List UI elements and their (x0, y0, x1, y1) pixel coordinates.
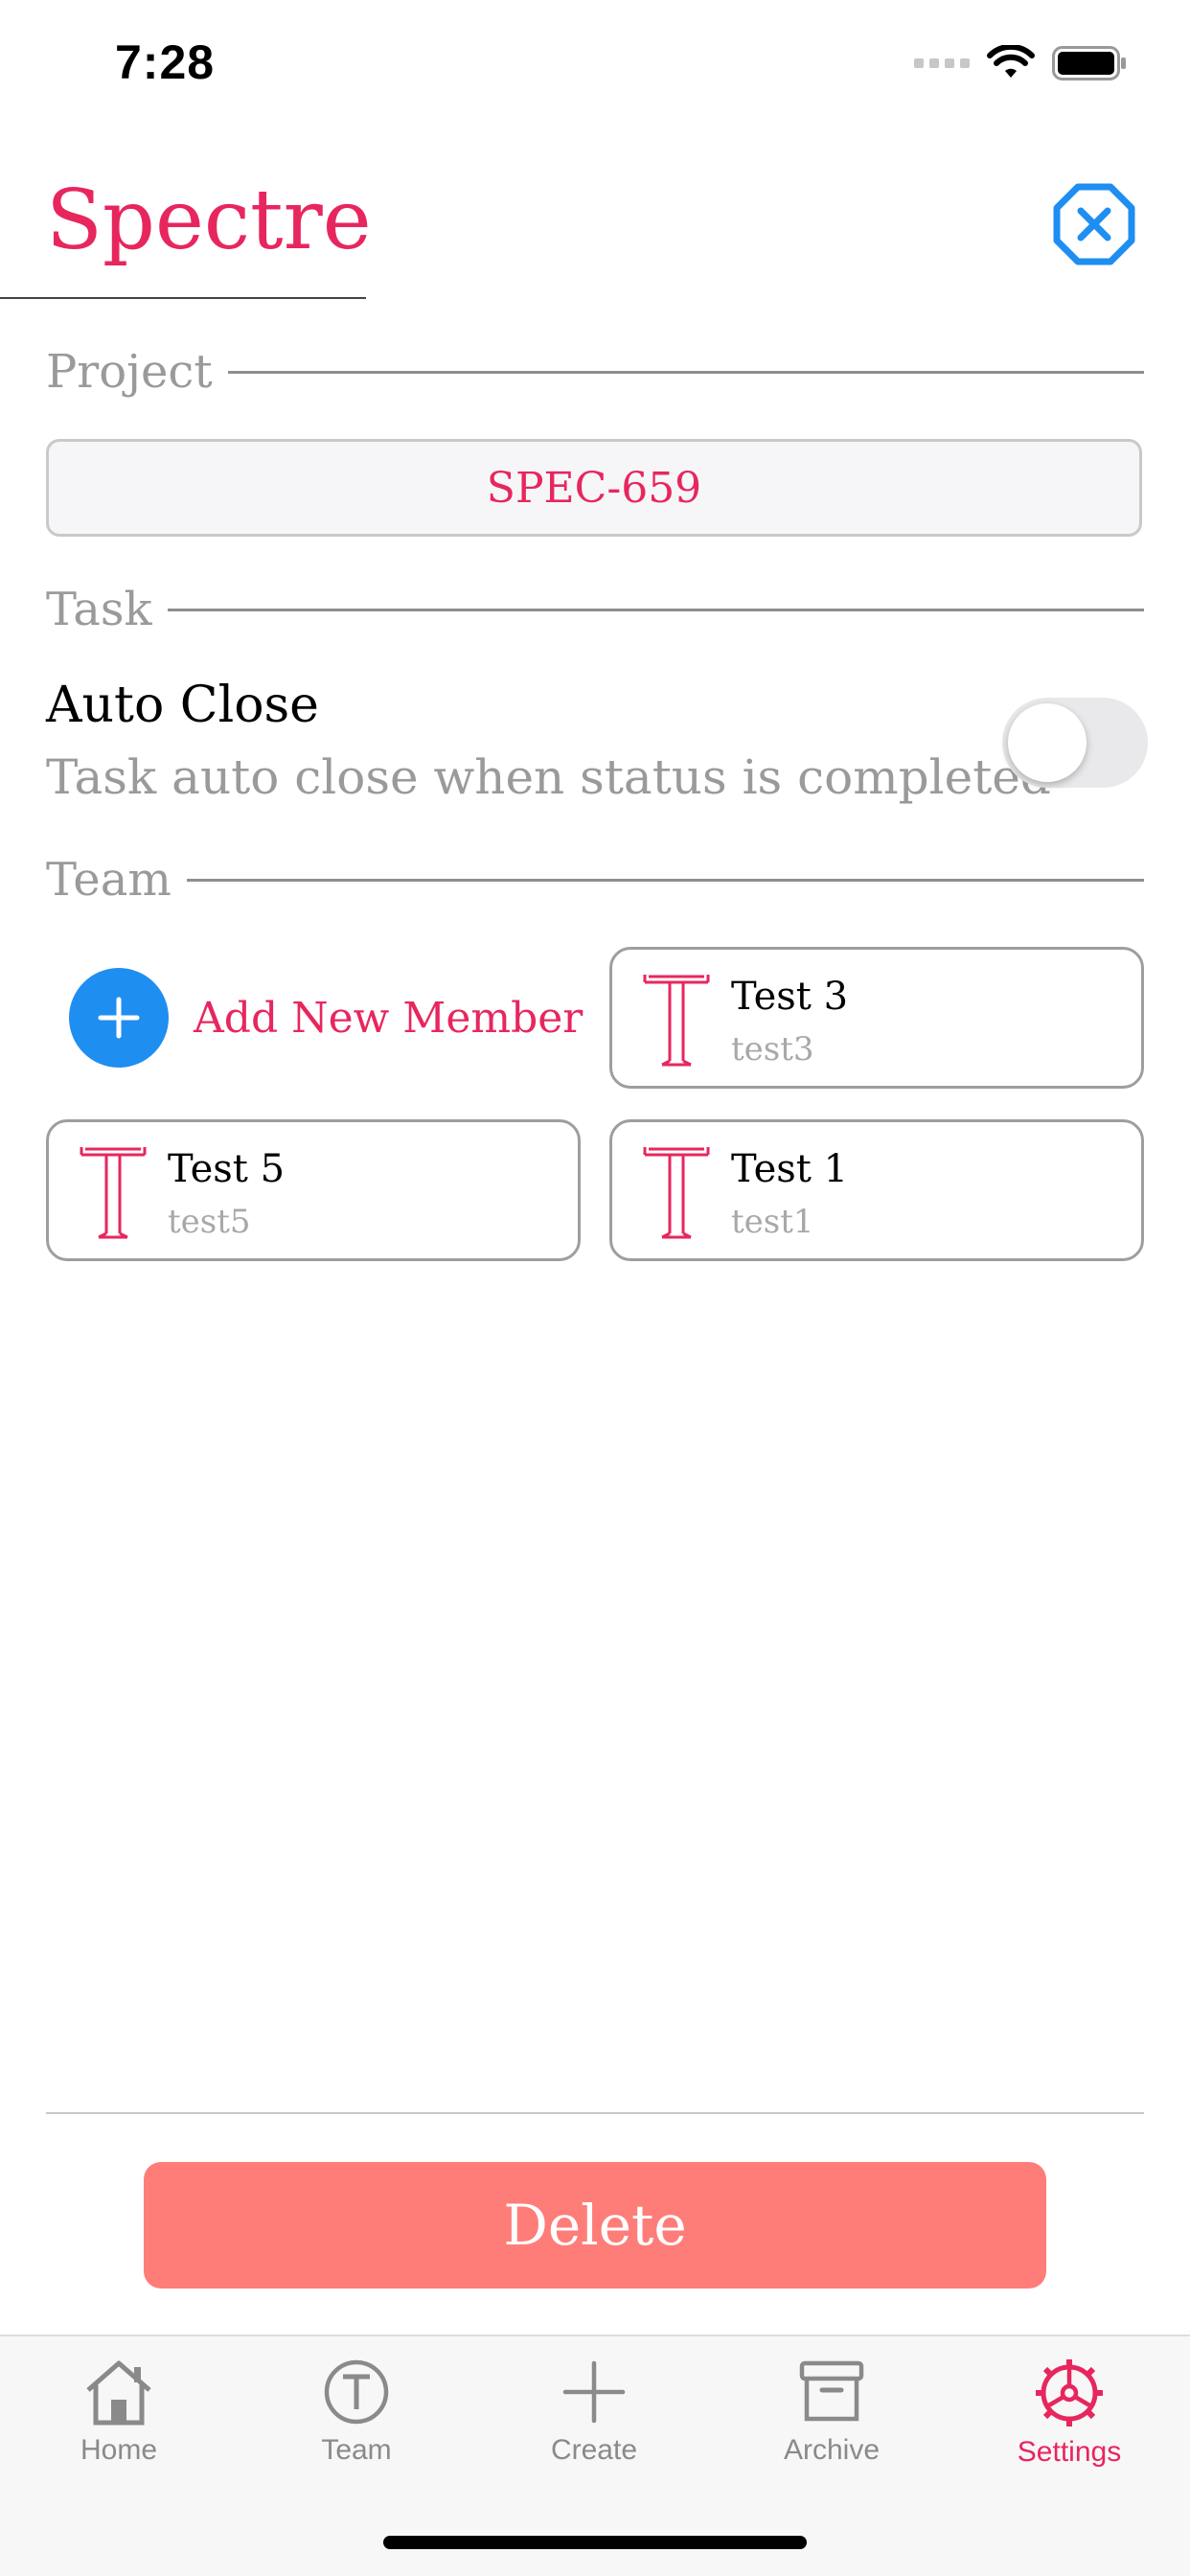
tab-label: Team (321, 2434, 392, 2466)
team-avatar-icon (80, 1147, 147, 1239)
auto-close-title: Auto Close (46, 677, 319, 734)
tab-label: Create (550, 2434, 638, 2466)
toggle-knob (1008, 703, 1087, 782)
plus-circle-icon (69, 968, 169, 1068)
section-project-label: Project (46, 345, 213, 399)
section-project: Project (46, 343, 1144, 401)
project-selector[interactable]: SPEC-659 (46, 439, 1142, 537)
divider (46, 2112, 1144, 2114)
auto-close-description: Task auto close when status is completed (46, 749, 1051, 805)
member-card[interactable]: Test 5 test5 (46, 1119, 581, 1261)
battery-icon (1052, 46, 1126, 80)
tab-archive[interactable]: Archive (736, 2358, 927, 2467)
add-member-button[interactable]: Add New Member (69, 968, 584, 1068)
add-member-label: Add New Member (194, 993, 584, 1043)
team-avatar-icon (643, 975, 710, 1067)
section-task-label: Task (46, 583, 152, 636)
settings-icon (1036, 2359, 1103, 2426)
home-icon (86, 2360, 151, 2426)
team-avatar-icon (643, 1147, 710, 1239)
section-team-label: Team (46, 853, 172, 907)
tab-label: Archive (783, 2434, 881, 2466)
home-indicator (383, 2536, 807, 2549)
tab-team[interactable]: Team (261, 2358, 452, 2467)
signal-dots-icon (914, 58, 970, 68)
archive-icon (799, 2360, 864, 2422)
member-card[interactable]: Test 1 test1 (609, 1119, 1144, 1261)
member-name: Test 5 (168, 1147, 286, 1191)
tab-label: Settings (1017, 2436, 1122, 2468)
title-underline (0, 297, 366, 299)
member-username: test1 (731, 1203, 814, 1241)
divider (186, 878, 1144, 882)
divider (167, 608, 1144, 611)
status-time: 7:28 (115, 35, 216, 89)
tab-label: Home (80, 2434, 158, 2466)
member-name: Test 1 (731, 1147, 849, 1191)
page-title: Spectre (46, 172, 372, 268)
divider (227, 370, 1144, 374)
auto-close-toggle[interactable] (1002, 698, 1148, 788)
team-icon (324, 2359, 389, 2425)
section-task: Task (46, 581, 1144, 638)
close-button[interactable] (1052, 182, 1136, 266)
section-team: Team (46, 851, 1144, 908)
member-username: test5 (168, 1203, 251, 1241)
tab-home[interactable]: Home (23, 2358, 215, 2467)
tab-settings[interactable]: Settings (973, 2358, 1165, 2469)
status-icons (914, 44, 1127, 82)
member-username: test3 (731, 1030, 814, 1069)
tab-create[interactable]: Create (498, 2358, 690, 2467)
plus-icon (562, 2360, 626, 2424)
member-name: Test 3 (731, 975, 849, 1019)
delete-button[interactable]: Delete (144, 2162, 1046, 2288)
member-card[interactable]: Test 3 test3 (609, 947, 1144, 1089)
close-icon (1053, 183, 1135, 265)
wifi-icon (987, 45, 1035, 78)
